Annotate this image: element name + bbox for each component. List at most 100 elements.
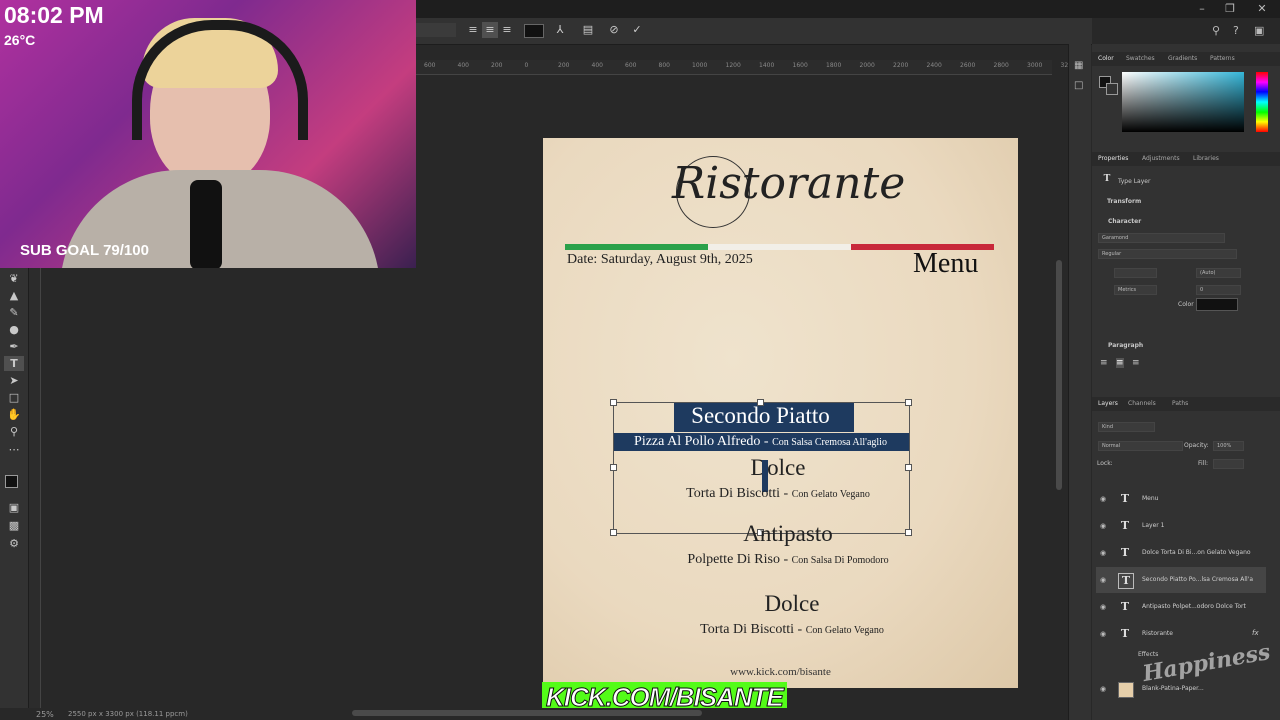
paint-bucket-icon[interactable]: ▲ — [4, 288, 24, 303]
rectangle-icon[interactable]: □ — [4, 390, 24, 405]
blend-mode-select[interactable]: Normal — [1098, 441, 1183, 451]
tab-channels[interactable]: Channels — [1128, 400, 1156, 407]
opacity-field[interactable]: 100% — [1213, 441, 1244, 451]
character-section[interactable]: Character — [1108, 218, 1141, 225]
tab-gradients[interactable]: Gradients — [1168, 55, 1197, 62]
font-style-select[interactable]: Regular — [1098, 249, 1237, 259]
background-swatch[interactable] — [1106, 83, 1118, 95]
color-picker-field[interactable] — [1122, 72, 1244, 132]
paragraph-align-icon[interactable]: ≡ — [1100, 358, 1108, 368]
menu-heading: Menu — [913, 248, 979, 279]
history-panel-icon[interactable]: ▦ — [1074, 60, 1083, 71]
character-panel-icon[interactable]: ▤ — [580, 22, 596, 38]
dodge-icon[interactable]: ● — [4, 322, 24, 337]
help-icon[interactable]: ? — [1233, 24, 1239, 37]
cancel-icon[interactable]: ⊘ — [606, 22, 622, 38]
kerning-field[interactable]: Metrics — [1114, 285, 1157, 295]
transform-handle[interactable] — [610, 399, 617, 406]
tab-paths[interactable]: Paths — [1172, 400, 1188, 407]
restore-icon[interactable]: ❐ — [1218, 0, 1242, 18]
font-size-dropdown[interactable] — [416, 23, 456, 37]
transform-handle[interactable] — [905, 464, 912, 471]
tab-swatches[interactable]: Swatches — [1126, 55, 1155, 62]
history-brush-icon[interactable]: ❦ — [4, 271, 24, 286]
tracking-field[interactable]: 0 — [1196, 285, 1241, 295]
type-tool-icon[interactable]: T — [4, 356, 24, 371]
font-family-select[interactable]: Garamond — [1098, 233, 1225, 243]
visibility-eye-icon[interactable]: ◉ — [1100, 630, 1106, 638]
ruler-tick-label: 2200 — [893, 62, 909, 69]
text-bounding-box[interactable] — [613, 402, 910, 534]
leading-field[interactable]: (Auto) — [1196, 268, 1241, 278]
visibility-eye-icon[interactable]: ◉ — [1100, 685, 1106, 693]
zoom-icon[interactable]: ⚲ — [4, 424, 24, 439]
type-layer-icon: T — [1118, 573, 1134, 589]
panel-dock-strip: ▦ □ — [1068, 44, 1091, 720]
transform-handle[interactable] — [610, 529, 617, 536]
paragraph-section[interactable]: Paragraph — [1108, 342, 1143, 349]
workspace-icon[interactable]: ▣ — [1254, 24, 1264, 37]
dish-line[interactable]: Torta Di Biscotti - Con Gelato Vegano — [627, 622, 957, 638]
foreground-color-swatch[interactable] — [5, 475, 18, 488]
hue-slider[interactable] — [1256, 72, 1268, 132]
fx-icon[interactable]: fx — [1252, 629, 1259, 637]
text-color-swatch[interactable] — [524, 24, 544, 38]
paragraph-center-icon[interactable]: ≡ — [1116, 358, 1124, 368]
dish-line[interactable]: Polpette Di Riso - Con Salsa Di Pomodoro — [623, 552, 953, 568]
warp-text-icon[interactable]: ⅄ — [552, 22, 568, 38]
tab-color[interactable]: Color — [1098, 55, 1114, 62]
minimize-icon[interactable]: – — [1190, 0, 1214, 18]
tab-adjustments[interactable]: Adjustments — [1142, 155, 1180, 162]
pen-icon[interactable]: ✒ — [4, 339, 24, 354]
paragraph-right-icon[interactable]: ≡ — [1132, 358, 1140, 368]
text-color-chip[interactable] — [1196, 298, 1238, 311]
edit-toolbar-icon[interactable]: ⚙ — [4, 536, 24, 551]
layer-row-selected[interactable]: ◉ T Secondo Piatto Po...lsa Cremosa All'a — [1096, 567, 1266, 593]
screen-mode-icon[interactable]: ▩ — [4, 518, 24, 533]
ruler-tick-label: 200 — [558, 62, 570, 69]
layer-name: Ristorante — [1142, 630, 1173, 637]
visibility-eye-icon[interactable]: ◉ — [1100, 549, 1106, 557]
visibility-eye-icon[interactable]: ◉ — [1100, 603, 1106, 611]
ruler-tick-label: 400 — [457, 62, 469, 69]
ruler-tick-label: 2600 — [960, 62, 976, 69]
align-center-icon[interactable]: ≡ — [482, 22, 498, 38]
hand-icon[interactable]: ✋ — [4, 407, 24, 422]
transform-handle[interactable] — [610, 464, 617, 471]
search-icon[interactable]: ⚲ — [1212, 24, 1220, 37]
layer-filter-kind[interactable]: Kind — [1098, 422, 1155, 432]
layer-row[interactable]: ◉ T Antipasto Polpet...odoro Dolce Tort — [1096, 594, 1266, 620]
zoom-level[interactable]: 25% — [36, 710, 54, 719]
layer-row[interactable]: ◉ T Dolce Torta Di Bi...on Gelato Vegano — [1096, 540, 1266, 566]
vertical-scrollbar[interactable] — [1056, 260, 1062, 490]
menu-website: www.kick.com/bisante — [730, 666, 831, 678]
tab-libraries[interactable]: Libraries — [1193, 155, 1219, 162]
tab-layers[interactable]: Layers — [1098, 400, 1118, 407]
fill-field[interactable] — [1213, 459, 1244, 469]
quick-mask-icon[interactable]: ▣ — [4, 500, 24, 515]
tab-patterns[interactable]: Patterns — [1210, 55, 1235, 62]
more-tools-icon[interactable]: ⋯ — [4, 442, 24, 457]
section-title[interactable]: Dolce — [627, 591, 957, 617]
section-title[interactable]: Antipasto — [623, 521, 953, 547]
path-selection-icon[interactable]: ➤ — [4, 373, 24, 388]
visibility-eye-icon[interactable]: ◉ — [1100, 522, 1106, 530]
close-icon[interactable]: ✕ — [1250, 0, 1274, 18]
brush-icon[interactable]: ✎ — [4, 305, 24, 320]
align-right-icon[interactable]: ≡ — [499, 22, 515, 38]
commit-icon[interactable]: ✓ — [629, 22, 645, 38]
transform-handle[interactable] — [905, 399, 912, 406]
tab-properties[interactable]: Properties — [1098, 155, 1128, 162]
horizontal-scrollbar[interactable] — [352, 710, 702, 716]
font-size-field[interactable] — [1114, 268, 1157, 278]
comments-panel-icon[interactable]: □ — [1074, 80, 1083, 91]
layer-row[interactable]: ◉ T Layer 1 — [1096, 513, 1266, 539]
transform-handle[interactable] — [757, 399, 764, 406]
layer-row[interactable]: ◉ T Menu — [1096, 486, 1266, 512]
align-left-icon[interactable]: ≡ — [465, 22, 481, 38]
transform-section[interactable]: Transform — [1107, 198, 1141, 205]
microphone — [190, 180, 222, 268]
fill-label: Fill: — [1198, 460, 1209, 467]
visibility-eye-icon[interactable]: ◉ — [1100, 495, 1106, 503]
visibility-eye-icon[interactable]: ◉ — [1100, 576, 1106, 584]
